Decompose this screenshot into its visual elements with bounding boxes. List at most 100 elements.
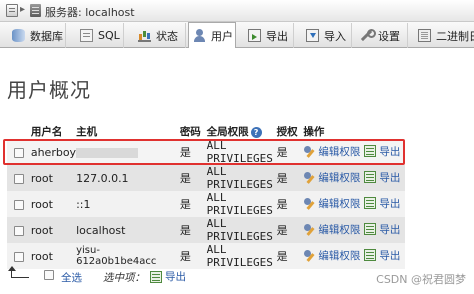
table-row: root localhost 是 ALL PRIVILEGES 是 编辑权限 导出 [7,217,405,243]
breadcrumb-server[interactable]: 服务器: localhost [45,4,135,20]
bulk-export-label: 导出 [165,271,186,283]
col-password[interactable]: 密码 [179,124,207,139]
row-checkbox[interactable] [13,251,24,262]
export-icon [364,145,377,158]
cell-privileges: ALL PRIVILEGES [206,217,277,243]
export-label: 导出 [379,145,401,158]
edit-label: 编辑权限 [318,171,361,184]
cell-user: root [30,165,77,191]
cell-user: root [30,191,77,217]
col-host[interactable]: 主机 [76,124,180,139]
cell-host: localhost [76,217,180,243]
breadcrumb-bar: ▸ 服务器: localhost [0,0,474,22]
users-table: 用户名 主机 密码 全局权限? 授权 操作 aherboy 是 ALL PRIV… [7,124,405,269]
export-link[interactable]: 导出 [364,144,400,159]
edit-privileges-link[interactable]: 编辑权限 [303,222,360,237]
edit-privileges-icon [303,249,315,261]
export-icon [364,223,377,236]
row-checkbox[interactable] [13,225,24,236]
export-icon [364,249,377,262]
import-icon [306,29,319,42]
cell-host [76,139,180,165]
select-all-link[interactable]: 全选 [61,270,82,285]
cell-host: 127.0.0.1 [76,165,180,191]
database-icon [12,29,25,42]
edit-privileges-icon [303,197,315,209]
table-row: root 127.0.0.1 是 ALL PRIVILEGES 是 编辑权限 导出 [7,165,405,191]
export-icon [150,270,162,283]
page-title: 用户概况 [7,78,91,102]
tab-label: SQL [98,29,120,42]
redacted-host [76,147,139,158]
table-row: aherboy 是 ALL PRIVILEGES 是 编辑权限 导出 [7,139,405,165]
export-link[interactable]: 导出 [364,196,400,211]
cell-privileges: ALL PRIVILEGES [206,191,277,217]
export-link[interactable]: 导出 [364,222,400,237]
binlog-icon [418,29,431,42]
edit-label: 编辑权限 [318,145,361,158]
export-label: 导出 [379,223,401,236]
edit-privileges-link[interactable]: 编辑权限 [303,248,360,263]
bulk-export-link[interactable]: 导出 [150,269,186,284]
tab-label: 设置 [378,29,400,43]
tab-label: 导入 [324,29,346,43]
tab-label: 导出 [266,29,288,43]
cell-password: 是 [179,217,207,243]
tab-import[interactable]: 导入 [302,23,352,48]
cell-grant: 是 [276,191,304,217]
window-icon[interactable] [6,4,18,17]
row-checkbox[interactable] [13,173,24,184]
tab-status[interactable]: 状态 [134,23,186,48]
tab-label: 数据库 [30,29,63,43]
export-icon [364,171,377,184]
with-selected-label: 选中项： [103,272,145,284]
server-icon [30,4,41,17]
cell-grant: 是 [276,243,304,269]
tab-sql[interactable]: SQL [76,23,124,48]
table-row: root ::1 是 ALL PRIVILEGES 是 编辑权限 导出 [7,191,405,217]
cell-password: 是 [179,165,207,191]
tab-label: 二进制日 [436,29,474,43]
export-icon [248,29,261,42]
watermark: CSDN @祝君圆梦 [376,273,466,286]
tab-users[interactable]: 用户 [188,22,236,48]
select-arrow-icon [7,266,29,280]
col-action: 操作 [303,124,405,139]
cell-password: 是 [179,243,207,269]
col-user[interactable]: 用户名 [30,124,77,139]
row-checkbox[interactable] [13,199,24,210]
cell-grant: 是 [276,139,304,165]
edit-privileges-link[interactable]: 编辑权限 [303,196,360,211]
cell-actions: 编辑权限 导出 [303,243,405,269]
edit-privileges-link[interactable]: 编辑权限 [303,144,360,159]
edit-privileges-icon [303,223,315,235]
status-icon [138,29,151,42]
main-tabs: 数据库 SQL 状态 用户 导出 导入 设置 二进制日 [0,22,474,48]
col-privileges: 全局权限? [206,124,277,139]
select-all-checkbox[interactable] [44,270,54,280]
edit-label: 编辑权限 [318,223,361,236]
cell-actions: 编辑权限 导出 [303,139,405,165]
export-icon [364,197,377,210]
export-link[interactable]: 导出 [364,170,400,185]
edit-privileges-link[interactable]: 编辑权限 [303,170,360,185]
table-header: 用户名 主机 密码 全局权限? 授权 操作 [7,124,405,139]
help-icon[interactable]: ? [250,126,262,138]
cell-password: 是 [179,191,207,217]
tab-label: 用户 [211,29,233,43]
cell-grant: 是 [276,165,304,191]
export-link[interactable]: 导出 [364,248,400,263]
tab-export[interactable]: 导出 [244,23,294,48]
tab-databases[interactable]: 数据库 [8,23,66,48]
breadcrumb-arrow-icon: ▸ [20,4,26,15]
edit-privileges-icon [303,171,315,183]
cell-host: ::1 [76,191,180,217]
tab-label: 状态 [156,29,178,43]
row-checkbox[interactable] [13,147,24,158]
tab-binlog[interactable]: 二进制日 [414,23,474,48]
col-privileges-label: 全局权限 [206,126,249,138]
export-label: 导出 [379,197,401,210]
tab-settings[interactable]: 设置 [356,23,408,48]
sql-icon [80,29,93,42]
col-grant: 授权 [276,124,304,139]
